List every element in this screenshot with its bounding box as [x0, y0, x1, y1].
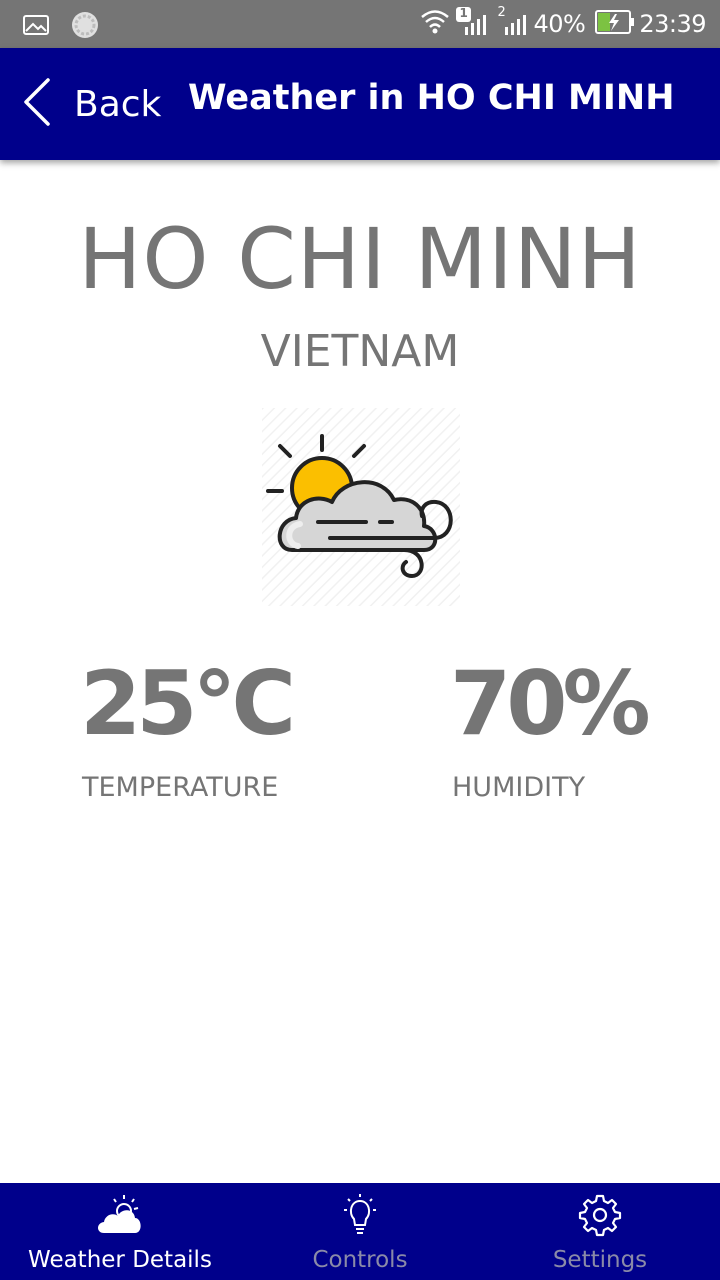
battery-charging-icon: [595, 9, 635, 39]
gallery-notification-icon: [22, 13, 50, 41]
tab-settings[interactable]: Settings: [480, 1183, 720, 1280]
status-bar: 1 2 40% 23:39: [0, 0, 720, 48]
gear-icon: [576, 1193, 624, 1237]
app-notification-icon: [70, 10, 100, 44]
tab-weather-details[interactable]: Weather Details: [0, 1183, 240, 1280]
tab-controls[interactable]: Controls: [240, 1183, 480, 1280]
cloud-sun-icon: [96, 1193, 144, 1237]
partly-cloudy-windy-icon: [262, 408, 460, 606]
lightbulb-icon: [336, 1193, 384, 1237]
back-label: Back: [74, 83, 162, 125]
sim2-badge: 2: [497, 5, 506, 20]
humidity-value: 70%: [450, 652, 651, 755]
status-bar-notifications: [22, 10, 100, 44]
bottom-navigation: Weather Details Controls Settings: [0, 1183, 720, 1280]
page-title: Weather in HO CHI MINH: [188, 78, 675, 118]
humidity-label: HUMIDITY: [452, 772, 586, 803]
nav-label-controls: Controls: [312, 1247, 408, 1273]
signal-sim2-icon: 2: [497, 5, 529, 41]
status-bar-system: 1 2 40% 23:39: [419, 5, 706, 41]
nav-label-weather-details: Weather Details: [28, 1247, 212, 1273]
sim1-badge: 1: [459, 6, 468, 20]
chevron-left-icon: [22, 77, 52, 131]
clock: 23:39: [639, 10, 706, 38]
city-name: HO CHI MINH: [78, 210, 642, 308]
back-button[interactable]: Back: [22, 74, 161, 134]
country-name: VIETNAM: [260, 326, 460, 377]
temperature-value: 25°C: [80, 652, 296, 755]
wifi-icon: [419, 7, 451, 41]
signal-sim1-icon: 1: [455, 6, 489, 41]
nav-label-settings: Settings: [552, 1247, 648, 1273]
temperature-label: TEMPERATURE: [82, 772, 279, 803]
battery-percent: 40%: [533, 10, 586, 38]
app-bar: Back Weather in HO CHI MINH: [0, 48, 720, 160]
